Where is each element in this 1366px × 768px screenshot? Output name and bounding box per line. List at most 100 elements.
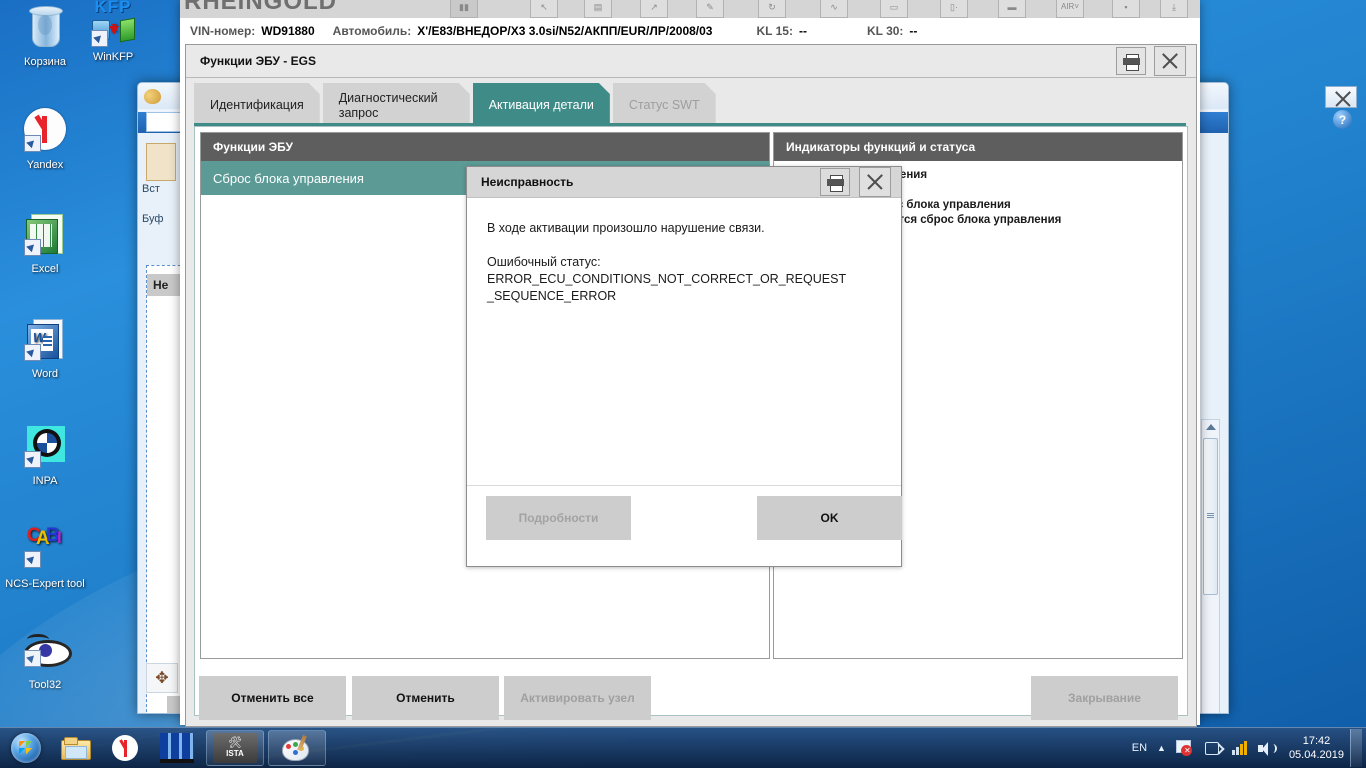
server-rack-icon (160, 733, 194, 763)
excel-icon (21, 212, 69, 260)
button-label: Активировать узел (520, 691, 635, 705)
cancel-all-button[interactable]: Отменить все (199, 676, 346, 720)
tab-part-activation[interactable]: Активация детали (473, 83, 610, 128)
error-status-label: Ошибочный статус: (487, 255, 601, 269)
show-desktop-button[interactable] (1350, 729, 1362, 767)
clock-date: 05.04.2019 (1288, 749, 1344, 761)
scroll-up-arrow[interactable] (1206, 424, 1216, 430)
ecu-functions-panel-header: Функции ЭБУ (201, 133, 769, 161)
move-handle-icon[interactable]: ✥ (146, 663, 178, 693)
clock-time: 17:42 (1302, 735, 1331, 747)
windows-logo-icon (11, 733, 41, 763)
ista-brand-title: RHEINGOLD (184, 0, 337, 15)
desktop-icon-yandex[interactable]: Yandex (0, 108, 90, 172)
list-item-label: Сброс блока управления (213, 170, 364, 186)
error-dialog-title: Неисправность (481, 175, 574, 189)
toolbar-icon-measure[interactable]: ▭ (880, 0, 908, 18)
status-panel-header: Индикаторы функций и статуса (774, 133, 1182, 161)
close-icon (1333, 89, 1349, 105)
error-dialog-print-button[interactable] (820, 168, 850, 196)
scrollbar-thumb[interactable] (1203, 438, 1218, 595)
ok-button[interactable]: OK (757, 496, 902, 540)
toolbar-icon-battery[interactable]: ▯· (940, 0, 968, 18)
speaker-icon[interactable] (1257, 741, 1277, 756)
toolbar-icon-dot[interactable]: ▪ (1112, 0, 1140, 18)
desktop-icon-tool32[interactable]: Tool32 (0, 628, 90, 692)
taskbar-ediabas[interactable] (152, 730, 202, 766)
tab-identification[interactable]: Идентификация (194, 83, 320, 128)
toolbar-icon-edit[interactable]: ✎ (696, 0, 724, 18)
vin-value: WD91880 (261, 24, 315, 38)
desktop-icon-ncs-expert-tool[interactable]: C A B I NCS-Expert tool (0, 526, 90, 591)
network-icon[interactable] (1204, 740, 1225, 756)
toolbar-icon-air[interactable]: AIR˅ (1056, 0, 1084, 18)
toolbar-icon-back[interactable]: ↖ (530, 0, 558, 18)
tool32-eye-icon (21, 628, 72, 676)
vehicle-info-bar: VIN-номер: WD91880 Автомобиль: X'/E83/ВН… (180, 18, 1200, 44)
volume-bars-icon[interactable] (1231, 741, 1248, 755)
desktop-icon-label: INPA (32, 475, 58, 487)
action-center-icon[interactable]: ✕ (1175, 740, 1194, 756)
desktop-icon-excel[interactable]: Excel (0, 212, 90, 276)
tray-show-hidden-icons[interactable]: ▲ (1157, 743, 1166, 753)
palette-icon (144, 88, 161, 104)
taskbar-explorer[interactable] (52, 730, 98, 766)
paint-help-button[interactable]: ? (1333, 110, 1352, 129)
recycle-bin-icon (21, 5, 69, 53)
taskbar-ista[interactable]: 🛠 ISTA (206, 730, 264, 766)
error-dialog-close-button[interactable] (859, 167, 891, 197)
taskbar-ista-label: ISTA (226, 749, 244, 758)
taskbar-paint[interactable] (268, 730, 326, 766)
ecu-print-button[interactable] (1116, 47, 1146, 75)
yandex-icon (112, 735, 138, 761)
button-label: Отменить все (231, 691, 314, 705)
tab-diagnostic-request[interactable]: Диагностический запрос (323, 83, 470, 128)
vehicle-value: X'/E83/ВНЕДОР/X3 3.0si/N52/АКПП/EUR/ЛР/2… (417, 24, 713, 38)
yandex-icon (21, 108, 69, 156)
system-tray: EN ▲ ✕ 17:42 05.04.2019 (1127, 728, 1366, 768)
toolbar-icon-forward[interactable]: ↗ (640, 0, 668, 18)
button-label: Отменить (396, 691, 455, 705)
desktop-icon-inpa[interactable]: INPA (0, 424, 90, 488)
ecu-window-title: Функции ЭБУ - EGS (200, 54, 316, 68)
taskbar-yandex-browser[interactable] (102, 730, 148, 766)
toolbar-icon-home[interactable]: ▮▮ (450, 0, 478, 18)
desktop-icon-word[interactable]: W Word (0, 317, 90, 381)
printer-icon (826, 174, 844, 192)
close-icon (1160, 51, 1180, 71)
error-status-line1: ERROR_ECU_CONDITIONS_NOT_CORRECT_OR_REQU… (487, 272, 847, 286)
taskbar: 🛠 ISTA EN ▲ ✕ 17:42 05.04.2019 (0, 727, 1366, 768)
kl15-value: -- (798, 24, 807, 38)
ecu-close-button[interactable] (1154, 46, 1186, 76)
word-icon: W (21, 317, 69, 365)
palette-icon (282, 734, 312, 761)
desktop-icon-winkfp[interactable]: KFP z WinKFP (68, 0, 158, 64)
details-button[interactable]: Подробности (486, 496, 631, 540)
toolbar-icon-chart[interactable]: ∿ (820, 0, 848, 18)
kl30-label: KL 30: (866, 24, 904, 38)
tab-label: Активация детали (488, 98, 594, 112)
desktop-icon-label: Yandex (26, 159, 64, 171)
toolbar-icon-copy[interactable]: ▤ (584, 0, 612, 18)
activate-node-button[interactable]: Активировать узел (504, 676, 651, 720)
close-window-button[interactable]: Закрывание (1031, 676, 1178, 720)
ista-toolbar[interactable]: RHEINGOLD ▮▮ ↖ ▤ ↗ ✎ ↻ ∿ ▭ ▯· ▬ AIR˅ ▪ ⤓… (180, 0, 1200, 18)
cancel-button[interactable]: Отменить (352, 676, 499, 720)
toolbar-icon-refresh[interactable]: ↻ (758, 0, 786, 18)
error-dialog-body: В ходе активации произошло нарушение свя… (467, 198, 901, 485)
toolbar-icon-download[interactable]: ⤓ (1160, 0, 1188, 18)
error-message: В ходе активации произошло нарушение свя… (487, 221, 765, 235)
clock[interactable]: 17:42 05.04.2019 (1289, 734, 1344, 762)
button-label: OK (820, 511, 839, 525)
tray-language[interactable]: EN (1132, 742, 1147, 754)
winkfp-icon: KFP z (89, 0, 137, 48)
toolbar-icon-display[interactable]: ▬ (998, 0, 1026, 18)
paint-close-button[interactable] (1325, 86, 1357, 108)
paint-vertical-scrollbar[interactable] (1201, 419, 1220, 713)
tab-swt-status[interactable]: Статус SWT (613, 83, 716, 128)
desktop-icon-label: Корзина (24, 56, 66, 68)
tab-label: Идентификация (210, 98, 304, 112)
ista-tools-icon: 🛠 (228, 737, 242, 749)
inpa-icon (21, 424, 69, 472)
start-button[interactable] (2, 729, 50, 767)
